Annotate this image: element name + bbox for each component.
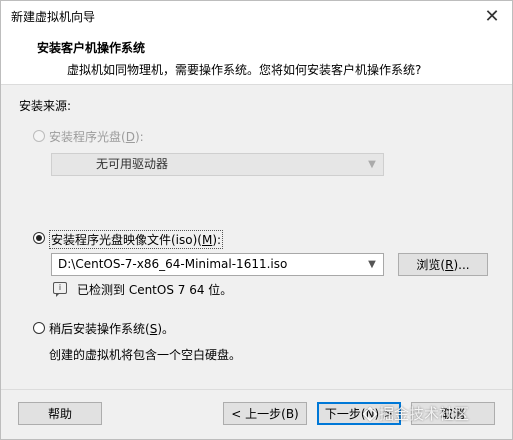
iso-path-combo[interactable]: D:\CentOS-7-x86_64-Minimal-1611.iso ▼ — [51, 253, 384, 276]
close-icon[interactable]: ✕ — [478, 3, 506, 29]
iso-radio-label: 安装程序光盘映像文件(iso)(M): — [49, 230, 224, 249]
chevron-down-icon[interactable]: ▼ — [365, 254, 379, 275]
iso-path-value: D:\CentOS-7-x86_64-Minimal-1611.iso — [58, 257, 288, 271]
new-vm-wizard-window: 新建虚拟机向导 ✕ 安装客户机操作系统 虚拟机如同物理机，需要操作系统。您将如何… — [0, 0, 513, 440]
disc-radio-label: 安装程序光盘(D): — [49, 130, 144, 144]
back-button[interactable]: < 上一步(B) — [223, 402, 307, 425]
help-button[interactable]: 帮助 — [18, 402, 102, 425]
install-later-radio[interactable] — [33, 322, 45, 334]
install-source-label: 安装来源: — [19, 99, 72, 113]
juejin-logo-icon — [362, 406, 378, 422]
iso-radio[interactable] — [33, 232, 45, 244]
title-bar: 新建虚拟机向导 ✕ — [1, 1, 512, 31]
page-title: 安装客户机操作系统 — [37, 41, 146, 55]
install-later-description: 创建的虚拟机将包含一个空白硬盘。 — [49, 348, 242, 362]
info-message-icon: i — [53, 282, 67, 297]
browse-button[interactable]: 浏览(R)... — [398, 253, 488, 276]
os-detected-text: 已检测到 CentOS 7 64 位。 — [77, 283, 233, 297]
disc-drive-select[interactable]: 无可用驱动器 ▼ — [51, 153, 384, 176]
window-title: 新建虚拟机向导 — [11, 10, 96, 24]
chevron-down-icon: ▼ — [368, 159, 376, 170]
disc-drive-value: 无可用驱动器 — [96, 157, 169, 171]
watermark: 掘金技术社区 — [362, 403, 469, 424]
wizard-header: 安装客户机操作系统 虚拟机如同物理机，需要操作系统。您将如何安装客户机操作系统? — [1, 31, 512, 85]
disc-radio[interactable] — [33, 130, 45, 142]
page-subtitle: 虚拟机如同物理机，需要操作系统。您将如何安装客户机操作系统? — [67, 63, 422, 77]
footer-divider — [1, 389, 512, 390]
install-later-label: 稍后安装操作系统(S)。 — [49, 322, 174, 336]
